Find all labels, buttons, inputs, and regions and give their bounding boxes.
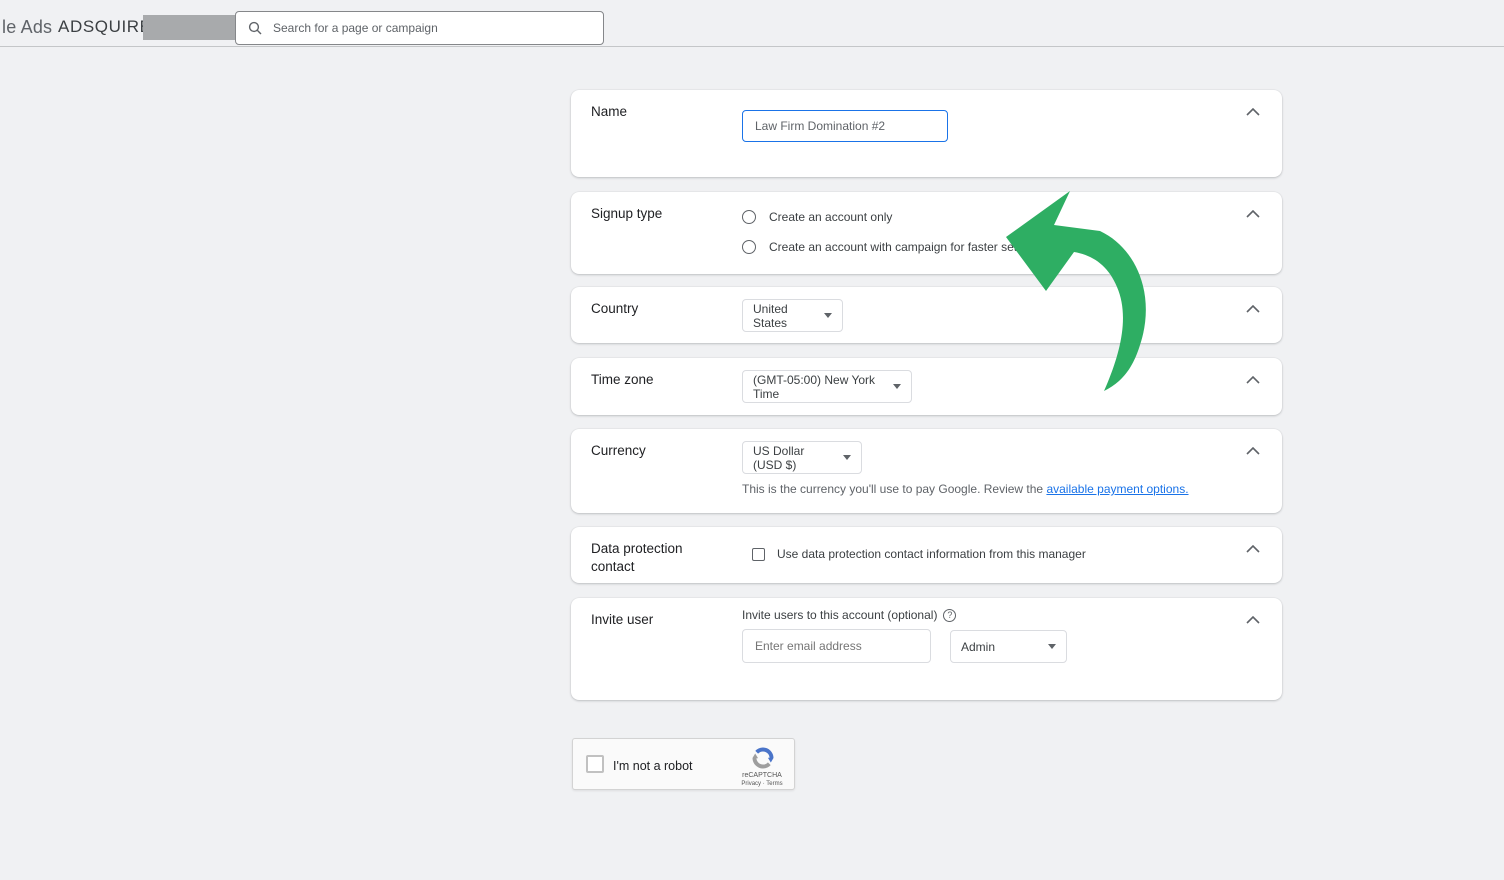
dropdown-caret-icon xyxy=(843,455,851,460)
recaptcha-widget: I'm not a robot reCAPTCHA Privacy · Term… xyxy=(572,738,795,790)
chevron-up-icon xyxy=(1246,442,1260,460)
invite-user-label: Invite user xyxy=(591,611,653,629)
currency-label: Currency xyxy=(591,442,646,460)
top-app-bar: le Ads ADSQUIRE xyxy=(0,0,1504,47)
available-payment-options-link[interactable]: available payment options. xyxy=(1046,482,1188,496)
data-protection-checkbox-row[interactable]: Use data protection contact information … xyxy=(752,547,1086,561)
time-zone-select-value: (GMT-05:00) New York Time xyxy=(753,373,883,401)
currency-helper-prefix: This is the currency you'll use to pay G… xyxy=(742,482,1046,496)
search-input[interactable] xyxy=(271,20,591,36)
data-protection-section-card: Data protection contact Use data protect… xyxy=(571,527,1282,583)
search-icon xyxy=(248,21,262,35)
chevron-up-icon xyxy=(1246,300,1260,318)
recaptcha-checkbox[interactable] xyxy=(586,755,604,773)
radio-button-icon[interactable] xyxy=(742,210,756,224)
collapse-time-zone-button[interactable] xyxy=(1244,371,1262,389)
redacted-account-id xyxy=(143,15,235,40)
invite-users-field-label-row: Invite users to this account (optional) … xyxy=(742,608,956,622)
recaptcha-privacy-terms-links[interactable]: Privacy · Terms xyxy=(736,781,788,787)
country-label: Country xyxy=(591,300,638,318)
collapse-signup-type-button[interactable] xyxy=(1244,205,1262,223)
invite-users-field-label: Invite users to this account (optional) xyxy=(742,608,937,622)
chevron-up-icon xyxy=(1246,103,1260,121)
invite-user-section-card: Invite user Invite users to this account… xyxy=(571,598,1282,700)
chevron-up-icon xyxy=(1246,371,1260,389)
signup-type-label: Signup type xyxy=(591,205,662,223)
chevron-up-icon xyxy=(1246,611,1260,629)
name-label: Name xyxy=(591,103,627,121)
currency-helper-text: This is the currency you'll use to pay G… xyxy=(742,482,1189,496)
time-zone-label: Time zone xyxy=(591,371,654,389)
dropdown-caret-icon xyxy=(893,384,901,389)
time-zone-select[interactable]: (GMT-05:00) New York Time xyxy=(742,370,912,403)
currency-select-value: US Dollar (USD $) xyxy=(753,444,833,472)
search-bar[interactable] xyxy=(235,11,604,45)
signup-option-label: Create an account only xyxy=(769,210,892,224)
dropdown-caret-icon xyxy=(824,313,832,318)
chevron-up-icon xyxy=(1246,205,1260,223)
signup-type-section-card: Signup type Create an account only Creat… xyxy=(571,192,1282,274)
invite-role-select[interactable]: Admin xyxy=(950,630,1067,663)
account-name: ADSQUIRE xyxy=(58,17,152,37)
collapse-country-button[interactable] xyxy=(1244,300,1262,318)
collapse-name-button[interactable] xyxy=(1244,103,1262,121)
country-section-card: Country United States xyxy=(571,287,1282,343)
account-name-input[interactable] xyxy=(742,110,948,142)
radio-button-icon[interactable] xyxy=(742,240,756,254)
help-icon[interactable]: ? xyxy=(943,609,956,622)
signup-option-label: Create an account with campaign for fast… xyxy=(769,240,1030,254)
recaptcha-brand-text: reCAPTCHA xyxy=(736,772,788,779)
signup-option-account-only[interactable]: Create an account only xyxy=(742,210,892,224)
data-protection-label: Data protection contact xyxy=(591,540,691,576)
data-protection-checkbox-label: Use data protection contact information … xyxy=(777,547,1086,561)
invite-role-select-value: Admin xyxy=(961,640,995,654)
collapse-invite-user-button[interactable] xyxy=(1244,611,1262,629)
time-zone-section-card: Time zone (GMT-05:00) New York Time xyxy=(571,358,1282,415)
name-section-card: Name xyxy=(571,90,1282,177)
country-select[interactable]: United States xyxy=(742,299,843,332)
google-ads-brand-text: le Ads xyxy=(2,17,52,38)
collapse-currency-button[interactable] xyxy=(1244,442,1262,460)
currency-section-card: Currency US Dollar (USD $) This is the c… xyxy=(571,429,1282,513)
collapse-data-protection-button[interactable] xyxy=(1244,540,1262,558)
recaptcha-checkbox-label: I'm not a robot xyxy=(613,759,693,773)
currency-select[interactable]: US Dollar (USD $) xyxy=(742,441,862,474)
chevron-up-icon xyxy=(1246,540,1260,558)
signup-option-with-campaign[interactable]: Create an account with campaign for fast… xyxy=(742,240,1030,254)
country-select-value: United States xyxy=(753,302,814,330)
checkbox-icon[interactable] xyxy=(752,548,765,561)
dropdown-caret-icon xyxy=(1048,644,1056,649)
invite-email-input[interactable] xyxy=(742,629,931,663)
recaptcha-logo-icon xyxy=(749,744,777,772)
